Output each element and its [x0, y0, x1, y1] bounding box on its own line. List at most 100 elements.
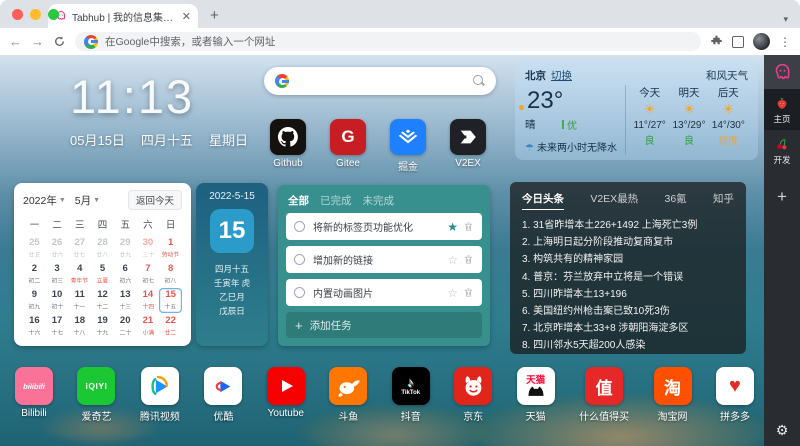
calendar-day[interactable]: 11十一	[68, 288, 91, 313]
dock-item[interactable]: ♪TikTok 抖音	[392, 367, 430, 423]
todo-tab[interactable]: 全部	[288, 193, 309, 208]
calendar-day[interactable]: 16十六	[23, 314, 46, 339]
calendar-month-select[interactable]: 5月▼	[75, 193, 100, 208]
news-item[interactable]: 5. 四川昨增本土13+196	[522, 286, 734, 303]
add-task-button[interactable]: + 添加任务	[286, 312, 482, 338]
calendar-day[interactable]: 14十四	[137, 288, 160, 313]
todo-item[interactable]: 将新的标签页功能优化 ★	[286, 213, 482, 240]
reload-icon[interactable]	[53, 35, 66, 48]
dock-item[interactable]: iQIYI 爱奇艺	[77, 367, 115, 423]
calendar-day[interactable]: 21小满	[137, 314, 160, 339]
tabhub-logo[interactable]	[764, 55, 800, 89]
calendar-year-select[interactable]: 2022年▼	[23, 193, 66, 208]
weather-switch-link[interactable]: 切换	[551, 68, 572, 83]
profile-avatar[interactable]	[753, 33, 770, 50]
add-group-button[interactable]: +	[777, 187, 787, 207]
dock-item[interactable]: 值 什么值得买	[579, 367, 629, 423]
calendar-day[interactable]: 26廿六	[46, 236, 69, 261]
todo-tab[interactable]: 已完成	[320, 193, 352, 208]
calendar-day[interactable]: 18十八	[68, 314, 91, 339]
calendar-day[interactable]: 9初九	[23, 288, 46, 313]
new-tab-button[interactable]: +	[210, 7, 219, 24]
todo-checkbox[interactable]	[294, 287, 305, 298]
dock-item[interactable]: 斗鱼	[329, 367, 367, 423]
news-item[interactable]: 8. 四川邻水5天超200人感染	[522, 337, 734, 354]
calendar-day[interactable]: 6初六	[114, 262, 137, 287]
calendar-day-selected[interactable]: 15十五	[159, 288, 182, 313]
maximize-window-button[interactable]	[48, 9, 59, 20]
calendar-today-button[interactable]: 返回今天	[128, 190, 182, 210]
shortcut-v2ex[interactable]: V2EX	[442, 119, 494, 173]
calendar-day[interactable]: 10初十	[46, 288, 69, 313]
calendar-day[interactable]: 20二十	[114, 314, 137, 339]
dock-item[interactable]: ♥ 拼多多	[716, 367, 754, 423]
shortcut-github[interactable]: Github	[262, 119, 314, 173]
news-item[interactable]: 4. 普京：芬兰放弃中立将是一个错误	[522, 269, 734, 286]
calendar-day[interactable]: 29廿九	[114, 236, 137, 261]
sidebar-item-开发[interactable]: 开发	[764, 130, 800, 171]
tab-search-chevron-icon[interactable]: ▾	[783, 14, 788, 25]
calendar-day[interactable]: 4青年节	[68, 262, 91, 287]
todo-checkbox[interactable]	[294, 221, 305, 232]
dock-item[interactable]: 京东	[454, 367, 492, 423]
forward-icon[interactable]: →	[31, 34, 44, 49]
trash-icon[interactable]	[463, 287, 474, 298]
calendar-day[interactable]: 1劳动节	[159, 236, 182, 261]
todo-checkbox[interactable]	[294, 254, 305, 265]
calendar-day[interactable]: 5立夏	[91, 262, 114, 287]
calendar-day[interactable]: 27廿七	[68, 236, 91, 261]
extensions-puzzle-icon[interactable]	[710, 35, 723, 48]
news-item[interactable]: 6. 美国纽约州枪击案已致10死3伤	[522, 303, 734, 320]
news-item[interactable]: 2. 上海明日起分阶段推动复商复市	[522, 234, 734, 251]
calendar-day[interactable]: 8初八	[159, 262, 182, 287]
calendar-day[interactable]: 22廿二	[159, 314, 182, 339]
calendar-day[interactable]: 3初三	[46, 262, 69, 287]
dock-item[interactable]: 优酷	[204, 367, 242, 423]
todo-item[interactable]: 增加新的链接 ☆	[286, 246, 482, 273]
dock-item[interactable]: 腾讯视频	[140, 367, 180, 423]
browser-menu-icon[interactable]: ⋮	[779, 35, 791, 49]
news-tab[interactable]: 36氪	[664, 191, 686, 209]
star-icon[interactable]: ☆	[447, 254, 458, 266]
calendar-day[interactable]: 25廿五	[23, 236, 46, 261]
news-item[interactable]: 7. 北京昨增本土33+8 涉朝阳海淀多区	[522, 320, 734, 337]
todo-tab[interactable]: 未完成	[363, 193, 395, 208]
dock-item[interactable]: Youtube	[267, 367, 305, 423]
todo-item[interactable]: 内置动画图片 ☆	[286, 279, 482, 306]
forecast-day: 今天 ☀ 11°/27° 良	[630, 85, 669, 154]
news-item[interactable]: 3. 构筑共有的精神家园	[522, 251, 734, 268]
dock-item[interactable]: 天猫 天猫	[517, 367, 555, 423]
news-item[interactable]: 1. 31省昨增本土226+1492 上海死亡3例	[522, 217, 734, 234]
news-tab[interactable]: 知乎	[713, 191, 734, 209]
search-icon[interactable]	[473, 75, 485, 87]
calendar-day[interactable]: 30三十	[137, 236, 160, 261]
news-tab[interactable]: V2EX最热	[590, 191, 638, 209]
address-bar[interactable]: 在Google中搜索，或者输入一个网址	[75, 32, 701, 51]
trash-icon[interactable]	[463, 254, 474, 265]
news-tab[interactable]: 今日头条	[522, 191, 564, 210]
calendar-day[interactable]: 13十三	[114, 288, 137, 313]
search-bar[interactable]	[264, 67, 496, 95]
minimize-window-button[interactable]	[30, 9, 41, 20]
dock-item[interactable]: 淘 淘宝网	[654, 367, 692, 423]
calendar-day[interactable]: 28廿八	[91, 236, 114, 261]
shortcut-gitee[interactable]: G Gitee	[322, 119, 374, 173]
settings-gear-icon[interactable]: ⚙	[764, 422, 800, 439]
extension-box-icon[interactable]	[732, 36, 744, 48]
forecast-temp-range: 14°/30°	[709, 120, 748, 131]
tab-close-icon[interactable]: ✕	[182, 10, 191, 23]
calendar-day[interactable]: 12十二	[91, 288, 114, 313]
sidebar-item-主页[interactable]: 主页	[764, 89, 800, 130]
calendar-day[interactable]: 17十七	[46, 314, 69, 339]
browser-tab[interactable]: Tabhub | 我的信息集线器 ✕	[48, 4, 198, 28]
calendar-day[interactable]: 19十九	[91, 314, 114, 339]
calendar-day[interactable]: 2初二	[23, 262, 46, 287]
back-icon[interactable]: ←	[9, 34, 22, 49]
star-icon[interactable]: ☆	[447, 287, 458, 299]
star-icon[interactable]: ★	[447, 221, 458, 233]
close-window-button[interactable]	[12, 9, 23, 20]
calendar-day[interactable]: 7初七	[137, 262, 160, 287]
dock-item[interactable]: bilibili Bilibili	[15, 367, 53, 423]
trash-icon[interactable]	[463, 221, 474, 232]
shortcut-掘金[interactable]: 掘金	[382, 119, 434, 173]
